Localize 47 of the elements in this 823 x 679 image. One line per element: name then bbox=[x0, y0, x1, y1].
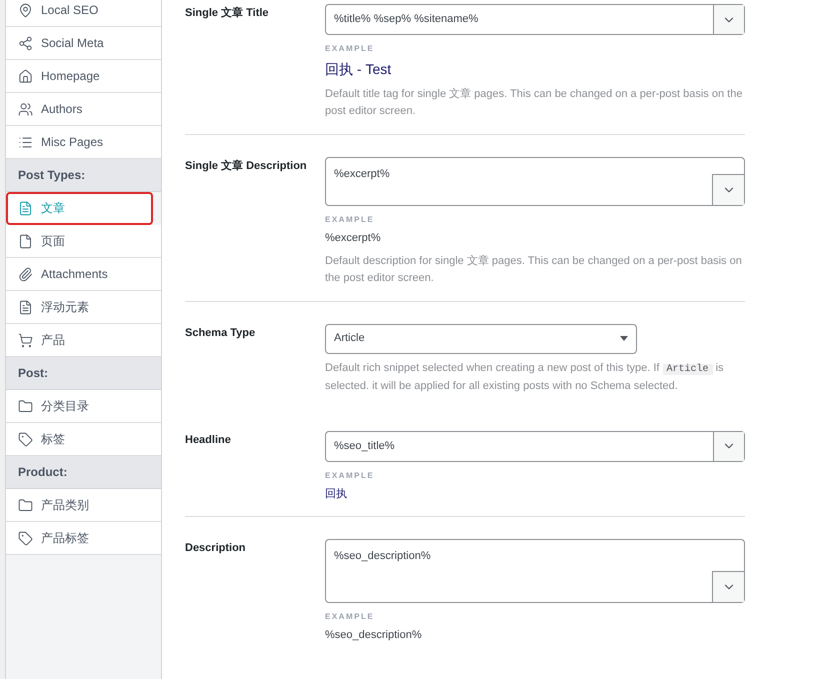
help-text: Default title tag for single 文章 pages. This can be changed on a per-post basis on the post editor screen. bbox=[325, 86, 744, 119]
sidebar-item[interactable]: Misc Pages bbox=[6, 126, 161, 159]
sidebar-section-header: Post: bbox=[6, 357, 161, 390]
setting-label: Headline bbox=[185, 432, 232, 448]
sidebar-item[interactable]: Local SEO bbox=[6, 0, 161, 27]
example-preview: %seo_description% bbox=[325, 628, 423, 643]
page-icon bbox=[18, 234, 33, 248]
folder-icon bbox=[18, 498, 33, 512]
sidebar-item[interactable]: Attachments bbox=[6, 258, 161, 291]
help-text: Default description for single 文章 pages. This can be changed on a per-post basis on the post editor screen. bbox=[325, 254, 743, 286]
sidebar-section-header: Post Types: bbox=[6, 159, 161, 192]
sidebar-item[interactable]: Social Meta bbox=[6, 27, 161, 60]
map-pin-icon bbox=[18, 2, 33, 18]
cart-icon bbox=[18, 332, 33, 348]
sidebar-item[interactable]: 产品标签 bbox=[6, 522, 161, 555]
home-icon bbox=[18, 68, 33, 84]
example-heading: EXAMPLE bbox=[325, 470, 376, 482]
document-icon bbox=[18, 200, 33, 216]
setting-label: Description bbox=[185, 541, 247, 556]
document-icon bbox=[18, 300, 33, 314]
example-preview: 回执 bbox=[325, 486, 348, 502]
example-preview: %excerpt% bbox=[325, 231, 382, 246]
sidebar-item[interactable]: Homepage bbox=[6, 60, 161, 93]
sidebar-item[interactable]: 分类目录 bbox=[6, 390, 161, 423]
paperclip-icon bbox=[18, 266, 33, 282]
setting-label: Single 文章 Description bbox=[185, 158, 308, 174]
example-heading: EXAMPLE bbox=[325, 43, 376, 55]
schema-type-select[interactable]: Article bbox=[325, 324, 637, 354]
sidebar-item[interactable]: 标签 bbox=[6, 423, 161, 456]
share-icon bbox=[18, 36, 33, 50]
sidebar-section-header: Product: bbox=[6, 456, 161, 489]
users-icon bbox=[18, 102, 33, 116]
setting-label: Single 文章 Title bbox=[185, 6, 270, 21]
sidebar-item[interactable]: Authors bbox=[6, 93, 161, 126]
folder-icon bbox=[18, 398, 33, 414]
help-text: Default rich snippet selected when creating a new post of this type. If Article is selected. it will be applied for all existing posts with no Schema selected. bbox=[325, 360, 725, 394]
tag-icon bbox=[18, 530, 33, 546]
example-heading: EXAMPLE bbox=[325, 611, 376, 623]
dropdown-arrow-icon bbox=[620, 336, 628, 341]
sidebar-item[interactable]: 浮动元素 bbox=[6, 291, 161, 324]
tag-icon bbox=[18, 432, 33, 446]
sidebar-item[interactable]: 产品类别 bbox=[6, 489, 161, 522]
sidebar-item[interactable]: 产品 bbox=[6, 324, 161, 357]
setting-label: Schema Type bbox=[185, 326, 256, 340]
sidebar-item[interactable]: 页面 bbox=[6, 225, 161, 258]
example-preview: 回执 - Test bbox=[325, 60, 392, 79]
example-heading: EXAMPLE bbox=[325, 214, 376, 226]
